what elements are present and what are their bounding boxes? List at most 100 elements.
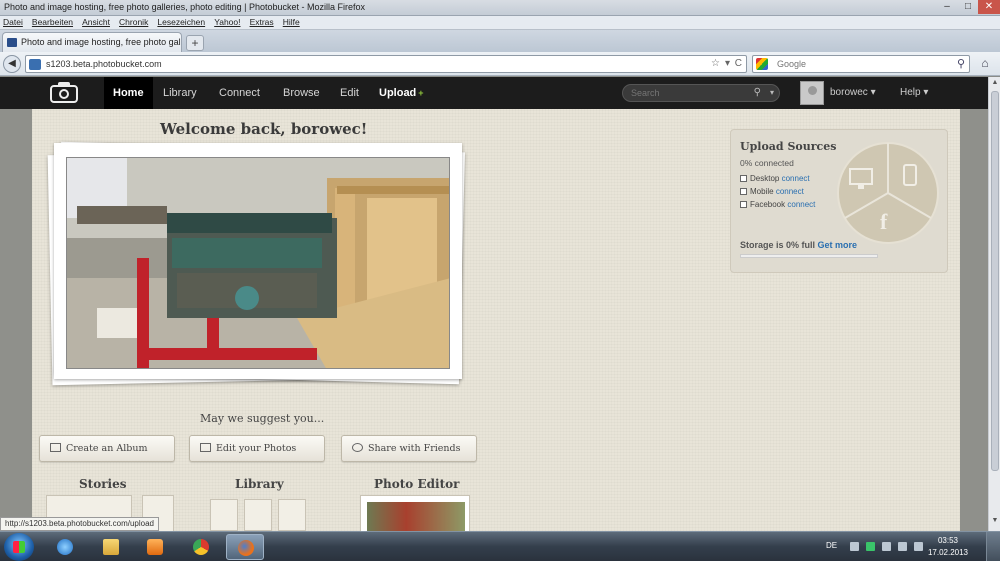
share-friends-button[interactable]: Share with Friends xyxy=(341,435,477,462)
nav-upload-label: Upload xyxy=(379,87,417,99)
minimize-button[interactable]: – xyxy=(936,0,958,14)
nav-edit[interactable]: Edit xyxy=(331,77,368,109)
user-menu[interactable]: borowec ▾ xyxy=(830,77,876,109)
reload-icon[interactable]: C xyxy=(735,58,742,69)
maximize-button[interactable]: □ xyxy=(957,0,979,14)
checkbox[interactable] xyxy=(740,188,747,195)
navigation-toolbar: ◀ ☆ ▾ C ⚲ ⌂ xyxy=(0,52,1000,76)
upload-sources-title: Upload Sources xyxy=(740,140,837,153)
connect-desktop-link[interactable]: connect xyxy=(782,174,810,183)
start-button[interactable] xyxy=(4,533,34,561)
storage-bar xyxy=(740,254,878,258)
back-button[interactable]: ◀ xyxy=(3,55,21,73)
windows-taskbar: DE 03:53 17.02.2013 xyxy=(0,531,1000,561)
photo-editor-card[interactable] xyxy=(360,495,470,531)
volume-icon[interactable] xyxy=(914,542,923,551)
source-row-mobile: Mobile connect xyxy=(740,187,804,196)
connect-mobile-link[interactable]: connect xyxy=(776,187,804,196)
menu-item-hilfe[interactable]: Hilfe xyxy=(280,16,303,28)
upload-sources-panel: Upload Sources 0% connected Desktop conn… xyxy=(730,129,948,273)
nav-upload[interactable]: Upload + xyxy=(370,77,433,109)
chevron-down-icon[interactable]: ▾ xyxy=(770,88,774,97)
url-input[interactable] xyxy=(46,57,706,71)
tray-app-icon[interactable] xyxy=(866,542,875,551)
main-content: Welcome back, borowec! May we suggest yo… xyxy=(32,109,960,531)
nav-connect[interactable]: Connect xyxy=(210,77,269,109)
signal-icon[interactable] xyxy=(898,542,907,551)
source-label: Mobile xyxy=(750,187,774,196)
edit-icon xyxy=(200,443,211,452)
search-input[interactable] xyxy=(777,57,947,71)
create-album-button[interactable]: Create an Album xyxy=(39,435,175,462)
edit-photos-label: Edit your Photos xyxy=(216,443,297,454)
nav-library[interactable]: Library xyxy=(154,77,206,109)
explorer-folder-icon[interactable] xyxy=(92,534,130,560)
status-url-tooltip: http://s1203.beta.photobucket.com/upload xyxy=(0,517,159,531)
new-tab-button[interactable]: + xyxy=(186,35,204,51)
show-desktop-button[interactable] xyxy=(986,532,1000,561)
help-menu[interactable]: Help ▾ xyxy=(900,77,928,109)
nav-home[interactable]: Home xyxy=(104,77,153,109)
menu-item-yahoo[interactable]: Yahoo! xyxy=(211,16,243,28)
connect-facebook-link[interactable]: connect xyxy=(787,200,815,209)
facebook-icon[interactable]: f xyxy=(880,209,888,234)
media-player-icon[interactable] xyxy=(136,534,174,560)
tray-arrow-icon[interactable] xyxy=(850,542,859,551)
menu-bar: Datei Bearbeiten Ansicht Chronik Lesezei… xyxy=(0,16,1000,30)
scrollbar-thumb[interactable] xyxy=(991,91,999,471)
window-title: Photo and image hosting, free photo gall… xyxy=(4,2,366,12)
menu-item-lesezeichen[interactable]: Lesezeichen xyxy=(154,16,208,28)
search-icon[interactable]: ⚲ xyxy=(957,57,965,70)
avatar[interactable] xyxy=(800,81,824,105)
menu-item-extras[interactable]: Extras xyxy=(247,16,277,28)
chrome-icon[interactable] xyxy=(182,534,220,560)
photobucket-logo-icon[interactable] xyxy=(50,81,78,105)
library-thumb[interactable] xyxy=(210,499,238,531)
firefox-icon[interactable] xyxy=(226,534,264,560)
home-icon[interactable]: ⌂ xyxy=(977,56,993,72)
photobucket-header: Home Library Connect Browse Edit Upload +… xyxy=(0,77,988,109)
clock[interactable]: 03:53 17.02.2013 xyxy=(926,535,970,559)
language-indicator[interactable]: DE xyxy=(826,541,837,550)
menu-item-bearbeiten[interactable]: Bearbeiten xyxy=(29,16,76,28)
network-icon[interactable] xyxy=(882,542,891,551)
share-icon xyxy=(352,443,363,452)
source-label: Desktop xyxy=(750,174,780,183)
edit-photos-button[interactable]: Edit your Photos xyxy=(189,435,325,462)
checkbox[interactable] xyxy=(740,175,747,182)
library-heading: Library xyxy=(235,477,284,491)
stories-heading: Stories xyxy=(79,477,127,491)
scroll-down-icon[interactable]: ▼ xyxy=(990,517,1000,527)
close-button[interactable]: ✕ xyxy=(978,0,1000,14)
search-bar[interactable]: ⚲ xyxy=(752,55,970,73)
left-margin xyxy=(0,109,32,531)
page-scrollbar[interactable]: ▲ ▼ xyxy=(988,77,1000,531)
menu-item-ansicht[interactable]: Ansicht xyxy=(79,16,113,28)
photobucket-search-input[interactable] xyxy=(631,87,751,99)
suggest-heading: May we suggest you... xyxy=(200,412,325,425)
tab-bar: Photo and image hosting, free photo gal.… xyxy=(0,30,1000,52)
browser-tab[interactable]: Photo and image hosting, free photo gal.… xyxy=(2,32,182,52)
site-identity-icon[interactable] xyxy=(29,59,41,70)
photobucket-favicon-icon xyxy=(7,38,17,47)
internet-explorer-icon[interactable] xyxy=(46,534,84,560)
photo-editor-preview xyxy=(367,502,465,531)
google-engine-icon[interactable] xyxy=(756,58,768,70)
url-dropdown-icon[interactable]: ▾ xyxy=(725,58,730,69)
featured-photo[interactable] xyxy=(66,157,450,369)
clock-time: 03:53 xyxy=(937,536,959,545)
scroll-up-icon[interactable]: ▲ xyxy=(990,79,1000,89)
library-thumb[interactable] xyxy=(244,499,272,531)
library-thumb[interactable] xyxy=(278,499,306,531)
menu-item-datei[interactable]: Datei xyxy=(0,16,26,28)
nav-browse[interactable]: Browse xyxy=(274,77,329,109)
checkbox[interactable] xyxy=(740,201,747,208)
menu-item-chronik[interactable]: Chronik xyxy=(116,16,151,28)
share-friends-label: Share with Friends xyxy=(368,443,461,454)
bookmark-star-icon[interactable]: ☆ xyxy=(711,58,720,69)
address-bar[interactable]: ☆ ▾ C xyxy=(25,55,747,73)
search-icon[interactable]: ⚲ xyxy=(754,87,761,98)
album-icon xyxy=(50,443,61,452)
upload-sources-wheel: f xyxy=(837,142,939,244)
photobucket-search[interactable]: ⚲ ▾ xyxy=(622,84,780,102)
